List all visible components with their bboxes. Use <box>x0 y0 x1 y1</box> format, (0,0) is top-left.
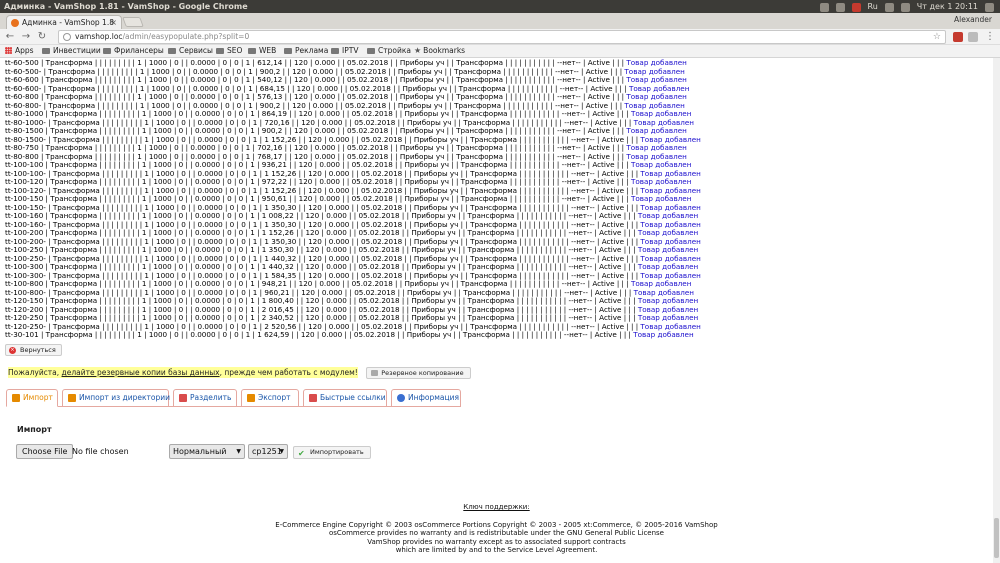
folder-icon <box>367 48 375 54</box>
profile-name[interactable]: Alexander <box>954 15 992 24</box>
choose-file-button[interactable]: Choose File <box>16 444 74 459</box>
url-host: vamshop.loc <box>75 32 123 41</box>
browser-tab[interactable]: Админка - VamShop 1.8 × <box>6 15 122 29</box>
folder-icon <box>248 48 256 54</box>
clock[interactable]: Чт дек 1 20:11 <box>917 0 978 13</box>
browser-toolbar: ← → ↻ vamshop.loc/admin/easypopulate.php… <box>0 29 1000 45</box>
support-key: Ключ поддержки: <box>463 503 530 511</box>
chevron-down-icon: ▼ <box>236 448 241 455</box>
window-title: Админка - VamShop 1.81 - VamShop - Googl… <box>4 2 248 11</box>
bookmarks-bar: Apps Инвестиции Фрилансеры Сервисы SEO W… <box>0 45 1000 58</box>
apps-grid-icon <box>5 47 12 54</box>
bookmark-folder[interactable]: ★ Bookmarks <box>414 45 465 57</box>
tab-export[interactable]: Экспорт <box>241 389 299 407</box>
scrollbar-thumb[interactable] <box>994 518 999 558</box>
tab-import-from-directory[interactable]: Импорт из директории <box>62 389 170 407</box>
import-submit-button[interactable]: ✔ Импортировать <box>293 446 371 459</box>
bookmark-folder[interactable]: WEB <box>248 45 276 57</box>
wifi-icon[interactable] <box>884 3 894 12</box>
site-favicon-icon <box>11 19 19 27</box>
split-icon <box>179 394 187 402</box>
import-icon <box>12 394 20 402</box>
tab-split[interactable]: Разделить <box>173 389 237 407</box>
volume-icon[interactable] <box>900 3 910 12</box>
back-icon: × <box>9 347 16 354</box>
folder-icon <box>168 48 176 54</box>
folder-icon <box>103 48 111 54</box>
forward-arrow-icon[interactable]: → <box>20 30 32 44</box>
file-status: No file chosen <box>72 447 129 456</box>
back-arrow-icon[interactable]: ← <box>4 30 16 44</box>
browser-tab-title: Админка - VamShop 1.8 <box>22 18 114 27</box>
page-scrollbar[interactable] <box>993 58 1000 563</box>
database-icon <box>371 370 379 376</box>
bookmark-folder[interactable]: SEO <box>216 45 242 57</box>
import-title: Импорт <box>17 425 52 434</box>
page-content: tt-60-500 | Трансформа | | | | | | | | |… <box>0 58 993 563</box>
extension-icon[interactable] <box>953 32 963 42</box>
log-row: tt-30-101 | Трансформа | | | | | | | | |… <box>5 330 701 340</box>
folder-icon <box>331 48 339 54</box>
log-row-status[interactable]: Товар добавлен <box>633 330 693 339</box>
close-tab-icon[interactable]: × <box>110 16 117 29</box>
dropbox-icon[interactable] <box>819 3 829 12</box>
reload-icon[interactable]: ↻ <box>36 30 48 44</box>
check-icon: ✔ <box>298 449 305 458</box>
power-icon[interactable] <box>985 3 994 12</box>
os-title-bar: Админка - VamShop 1.81 - VamShop - Googl… <box>0 0 1000 13</box>
footer: Ключ поддержки: E-Commerce Engine Copyri… <box>0 503 993 555</box>
network-icon[interactable] <box>835 3 845 12</box>
import-log: tt-60-500 | Трансформа | | | | | | | | |… <box>5 58 701 340</box>
folder-import-icon <box>68 394 76 402</box>
keyboard-layout-icon[interactable] <box>851 3 861 12</box>
folder-icon <box>216 48 224 54</box>
bookmark-folder[interactable]: Сервисы <box>168 45 213 57</box>
tab-quick-links[interactable]: Быстрые ссылки <box>303 389 387 407</box>
folder-icon <box>42 48 50 54</box>
bookmark-star-icon[interactable]: ☆ <box>933 31 941 43</box>
back-button[interactable]: × Вернуться <box>5 344 62 356</box>
log-row-text: tt-30-101 | Трансформа | | | | | | | | |… <box>5 330 631 339</box>
info-icon <box>397 394 405 402</box>
footer-line: which are limited by and to the Service … <box>395 546 598 554</box>
charset-select[interactable]: cp1251 ▼ <box>248 444 288 459</box>
tab-info[interactable]: Информация <box>391 389 461 407</box>
keyboard-layout[interactable]: Ru <box>868 0 878 13</box>
backup-db-link[interactable]: делайте резервные копии базы данных <box>62 368 220 377</box>
backup-notice: Пожалуйста, делайте резервные копии базы… <box>8 366 471 379</box>
footer-line: VamShop provides no warranty except as t… <box>367 537 626 546</box>
bookmark-folder[interactable]: Стройка <box>367 45 411 57</box>
bookmark-folder[interactable]: Фрилансеры <box>103 45 164 57</box>
chevron-down-icon: ▼ <box>279 448 284 455</box>
extension-icon[interactable] <box>968 32 978 42</box>
folder-icon <box>284 48 292 54</box>
address-bar[interactable]: vamshop.loc/admin/easypopulate.php?split… <box>58 30 946 44</box>
system-tray: Ru Чт дек 1 20:11 <box>819 0 994 13</box>
backup-button[interactable]: Резервное копирование <box>366 367 471 379</box>
footer-line: osCommerce provides no warranty and is r… <box>328 529 664 537</box>
url-path: /admin/easypopulate.php?split=0 <box>122 32 250 41</box>
bookmark-folder[interactable]: Инвестиции <box>42 45 101 57</box>
link-icon <box>309 394 317 402</box>
bookmark-apps[interactable]: Apps <box>5 45 34 57</box>
star-icon: ★ <box>414 46 422 55</box>
module-tabs: Импорт Импорт из директории Разделить Эк… <box>6 389 461 407</box>
tab-import[interactable]: Импорт <box>6 389 58 407</box>
bookmark-folder[interactable]: Реклама <box>284 45 328 57</box>
import-mode-select[interactable]: Нормальный ▼ <box>169 444 245 459</box>
export-icon <box>247 394 255 402</box>
footer-line: E-Commerce Engine Copyright © 2003 osCom… <box>275 520 718 529</box>
chrome-menu-icon[interactable]: ⋮ <box>984 30 996 44</box>
bookmark-folder[interactable]: IPTV <box>331 45 358 57</box>
new-tab-button[interactable] <box>122 17 144 27</box>
page-info-icon[interactable] <box>63 33 71 41</box>
browser-tab-strip: Админка - VamShop 1.8 × Alexander <box>0 13 1000 29</box>
